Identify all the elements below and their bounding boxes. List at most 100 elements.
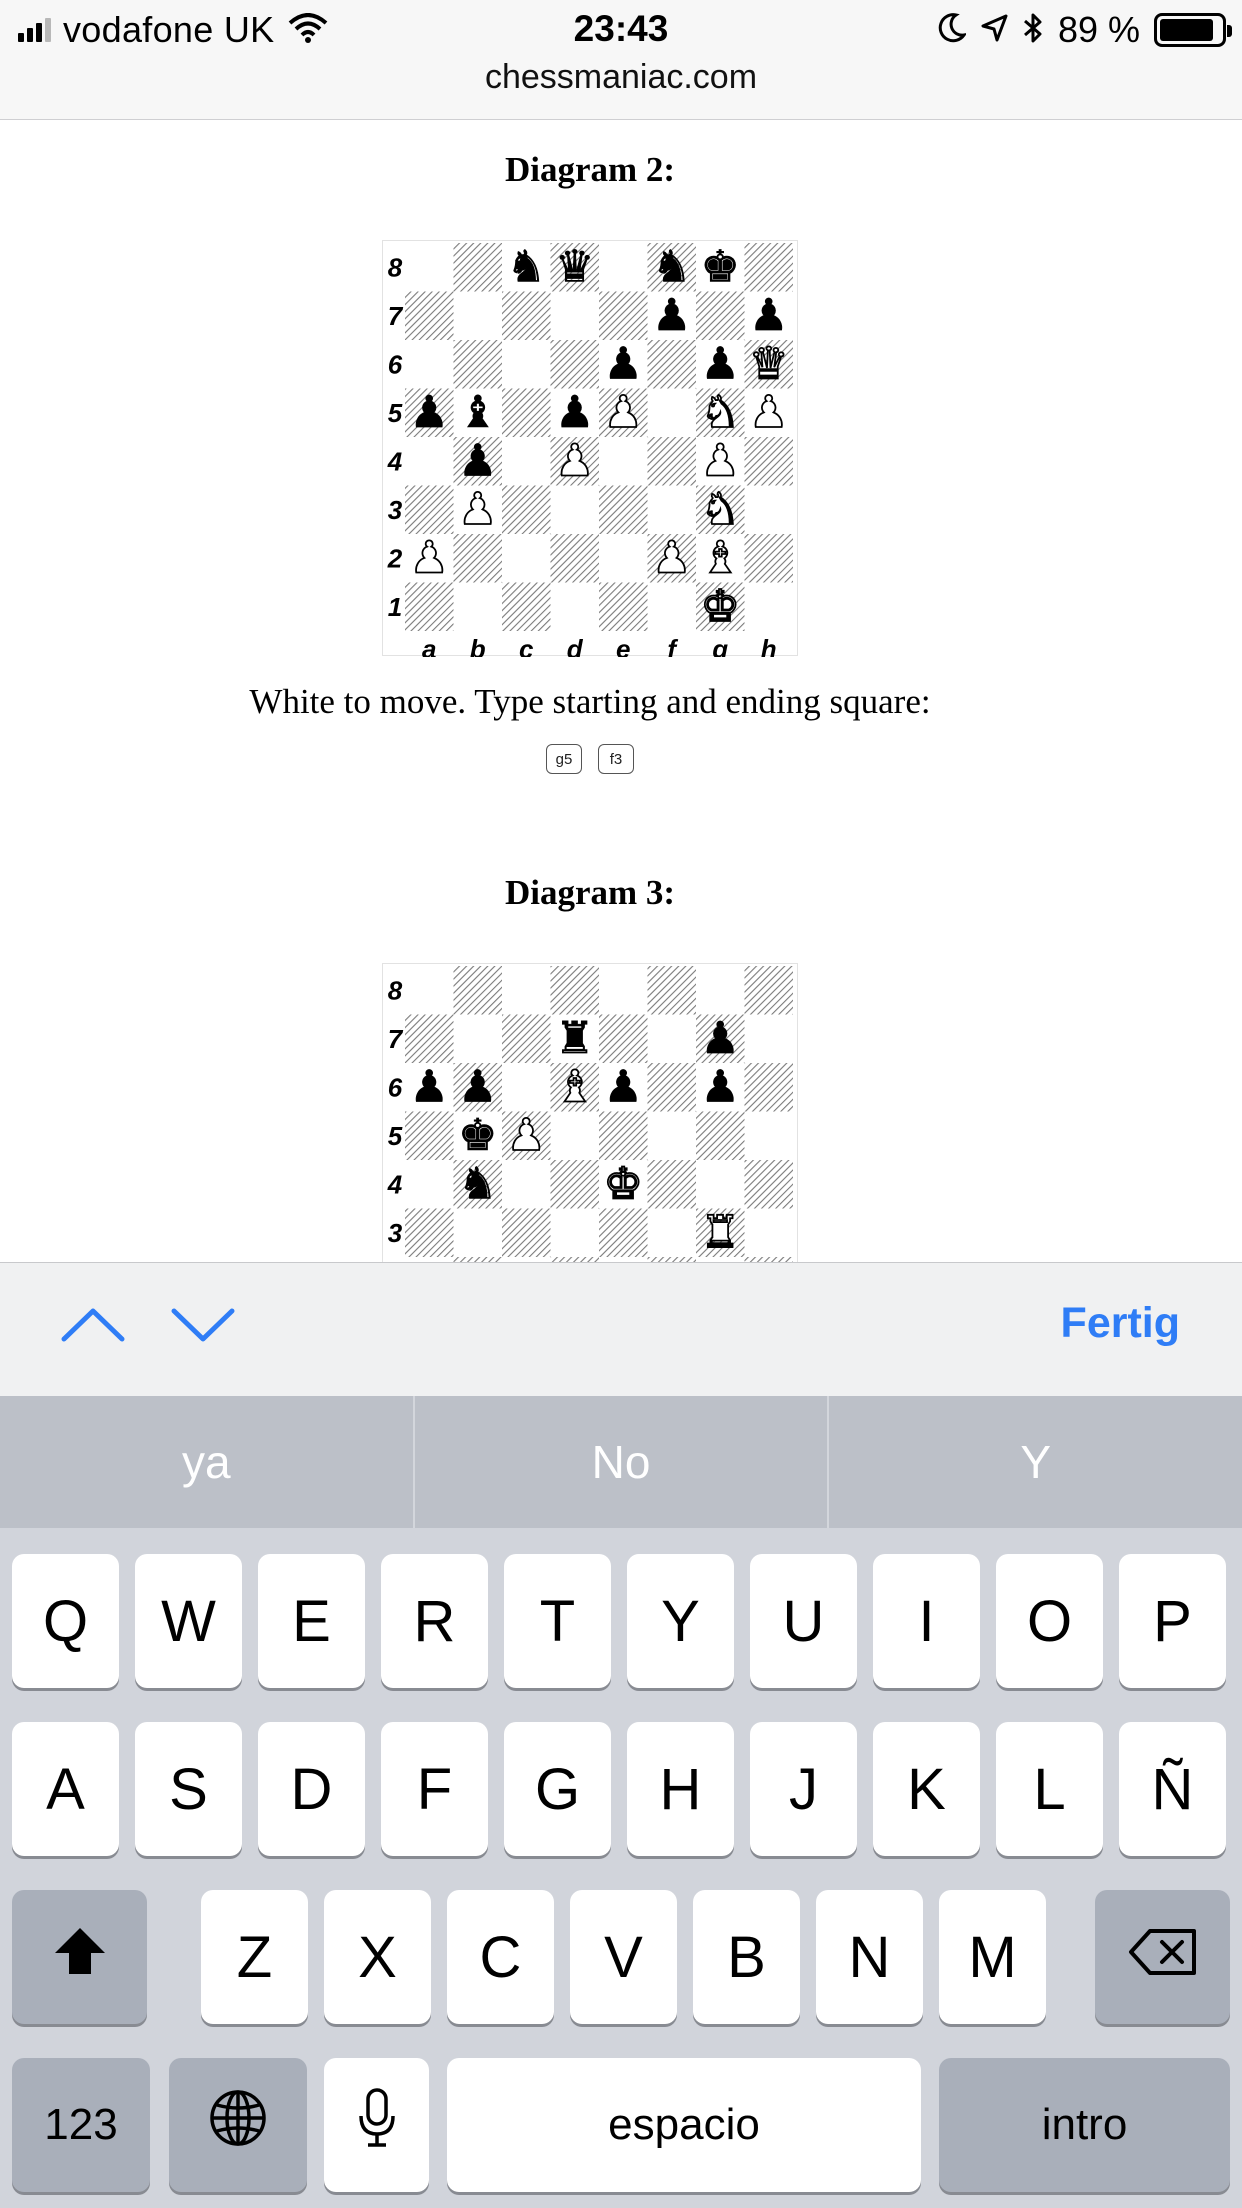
square-h3 [744, 1208, 793, 1257]
white-bishop-g2: ♝ [701, 532, 740, 583]
square-h3 [744, 485, 793, 534]
space-key[interactable]: espacio [447, 2058, 921, 2192]
square-a8 [405, 966, 454, 1015]
key-y[interactable]: Y [627, 1554, 734, 1688]
white-pawn-e5: ♟ [604, 387, 643, 438]
shift-key[interactable] [12, 1890, 147, 2024]
done-button[interactable]: Fertig [1061, 1299, 1180, 1348]
key-v[interactable]: V [570, 1890, 677, 2024]
suggestion-bar: ya No Y [0, 1396, 1242, 1528]
key-o[interactable]: O [996, 1554, 1103, 1688]
key-x[interactable]: X [324, 1890, 431, 2024]
key-ñ[interactable]: Ñ [1119, 1722, 1226, 1856]
globe-key[interactable] [169, 2058, 307, 2192]
key-r[interactable]: R [381, 1554, 488, 1688]
key-k[interactable]: K [873, 1722, 980, 1856]
end-square-input[interactable] [598, 744, 634, 774]
key-s[interactable]: S [135, 1722, 242, 1856]
return-key[interactable]: intro [939, 2058, 1230, 2192]
key-p[interactable]: P [1119, 1554, 1226, 1688]
square-a4 [405, 1160, 454, 1209]
key-q[interactable]: Q [12, 1554, 119, 1688]
suggestion-1[interactable]: ya [0, 1396, 415, 1528]
key-b[interactable]: B [693, 1890, 800, 2024]
battery-percent: 89 % [1057, 9, 1140, 50]
square-a8 [405, 243, 454, 292]
black-pawn-d5: ♟ [555, 387, 594, 438]
key-l[interactable]: L [996, 1722, 1103, 1856]
status-bar: vodafone UK 23:43 89 % chessmaniac.com [0, 0, 1242, 120]
chevron-up-icon[interactable] [58, 1295, 128, 1355]
key-i[interactable]: I [873, 1554, 980, 1688]
backspace-key[interactable] [1095, 1890, 1230, 2024]
square-e1 [599, 582, 648, 631]
square-a6 [405, 340, 454, 389]
black-queen-d8: ♛ [555, 241, 594, 292]
key-d[interactable]: D [258, 1722, 365, 1856]
square-h7 [744, 1014, 793, 1063]
suggestion-2[interactable]: No [415, 1396, 830, 1528]
square-c6 [502, 1063, 551, 1112]
square-f3 [647, 485, 696, 534]
square-b3 [453, 1208, 502, 1257]
diagram-3-title: Diagram 3: [504, 873, 676, 912]
rank-label: 3 [388, 495, 403, 525]
key-c[interactable]: C [447, 1890, 554, 2024]
white-knight-g3: ♞ [701, 484, 740, 535]
address-bar-url[interactable]: chessmaniac.com [0, 58, 1242, 97]
square-c2 [502, 534, 551, 583]
square-g8 [696, 966, 745, 1015]
key-a[interactable]: A [12, 1722, 119, 1856]
white-knight-g5: ♞ [701, 387, 740, 438]
key-h[interactable]: H [627, 1722, 734, 1856]
key-e[interactable]: E [258, 1554, 365, 1688]
square-f8 [647, 966, 696, 1015]
square-e5 [599, 1111, 648, 1160]
white-king-g1: ♚ [701, 581, 740, 632]
key-j[interactable]: J [750, 1722, 857, 1856]
key-z[interactable]: Z [201, 1890, 308, 2024]
square-d2 [550, 534, 599, 583]
square-f4 [647, 1160, 696, 1209]
square-c8 [502, 966, 551, 1015]
key-n[interactable]: N [816, 1890, 923, 2024]
microphone-key[interactable] [324, 2058, 429, 2192]
key-f[interactable]: F [381, 1722, 488, 1856]
black-pawn-a6: ♟ [410, 1061, 449, 1112]
key-g[interactable]: G [504, 1722, 611, 1856]
rank-label: 8 [388, 975, 403, 1005]
square-a4 [405, 437, 454, 486]
diagram2-svg: 87654321a b c d e f g h♞ ♛ ♞ ♚♟ ♟♟ ♟ ♛♟ ♝ ♟ ♟ ♞ ♟♟ ♟ ♟♟ ♞♟ ♟ ♝♚ [387, 241, 793, 657]
square-d1 [550, 582, 599, 631]
square-h8 [744, 966, 793, 1015]
black-pawn-b4: ♟ [458, 435, 497, 486]
square-g4 [696, 1160, 745, 1209]
white-rook-g3: ♜ [701, 1207, 740, 1258]
square-f6 [647, 1063, 696, 1112]
suggestion-3[interactable]: Y [829, 1396, 1242, 1528]
white-pawn-b3: ♟ [458, 484, 497, 535]
white-pawn-h5: ♟ [749, 387, 788, 438]
key-u[interactable]: U [750, 1554, 857, 1688]
start-square-input[interactable] [546, 744, 582, 774]
square-b7 [453, 1014, 502, 1063]
key-w[interactable]: W [135, 1554, 242, 1688]
black-knight-f8: ♞ [652, 241, 691, 292]
file-label: c [519, 634, 534, 657]
white-bishop-d6: ♝ [555, 1061, 594, 1112]
square-c4 [502, 437, 551, 486]
black-king-b5: ♚ [458, 1110, 497, 1161]
numbers-key[interactable]: 123 [12, 2058, 150, 2192]
rank-label: 3 [388, 1218, 403, 1248]
square-e7 [599, 1014, 648, 1063]
square-h4 [744, 1160, 793, 1209]
file-label: e [616, 634, 630, 657]
key-t[interactable]: T [504, 1554, 611, 1688]
chess-board-diagram-2: 8 7 6 5 4 3 2 1 a b c d e f g h ♞ ♛ ♞ ♚ ♟ ♟ ♟ ♟ ♛ ♟ ♝ ♟ ♟ ♞ ♟ ♟ ♟ ♟ ♟ ♞ ♟ ♟ ♝ ♚ [382, 240, 798, 657]
square-c7 [502, 291, 551, 340]
file-label: b [470, 634, 486, 657]
chevron-down-icon[interactable] [168, 1295, 238, 1355]
diagram3-svg: 87654321abcdefgh♜♟♟♟♝♟♟♚♟♞♚♜ [387, 966, 793, 1262]
key-m[interactable]: M [939, 1890, 1046, 2024]
black-pawn-f7: ♟ [652, 290, 691, 341]
